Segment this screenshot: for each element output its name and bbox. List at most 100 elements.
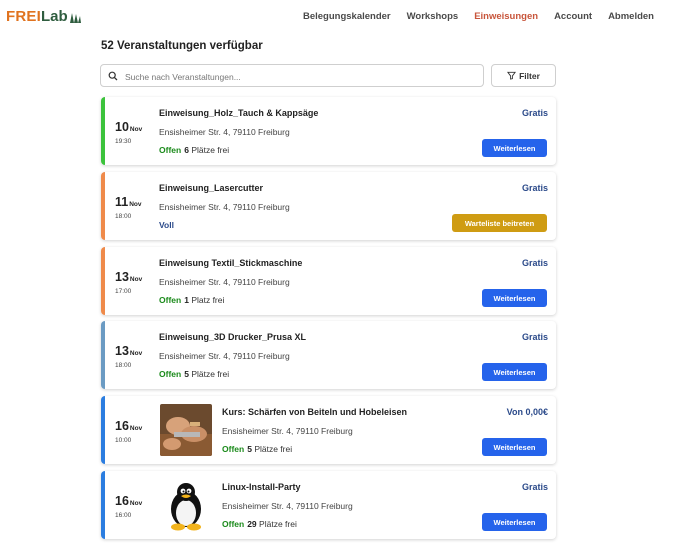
nav-workshops[interactable]: Workshops	[407, 11, 459, 22]
event-address: Ensisheimer Str. 4, 79110 Freiburg	[159, 277, 290, 287]
event-places-count: 6	[184, 145, 189, 155]
event-accent-bar	[101, 172, 105, 240]
join-waitlist-button[interactable]: Warteliste beitreten	[452, 214, 547, 232]
event-card[interactable]: 13Nov 17:00 Einweisung Textil_Stickmasch…	[101, 247, 556, 315]
woodworking-photo[interactable]	[160, 404, 212, 456]
event-status: Offen 5 Plätze frei	[159, 369, 229, 379]
event-time: 17:00	[115, 288, 132, 295]
event-title[interactable]: Linux-Install-Party	[222, 482, 301, 492]
event-day: 16	[115, 419, 129, 433]
main-menu: Belegungskalender Workshops Einweisungen…	[287, 11, 654, 22]
top-navbar: FREI Lab Belegungskalender Workshops Ein…	[0, 0, 682, 34]
event-card[interactable]: 11Nov 18:00 Einweisung_Lasercutter Ensis…	[101, 172, 556, 240]
event-status: Voll	[159, 220, 174, 230]
event-date: 16Nov 10:00	[115, 417, 151, 444]
event-title[interactable]: Einweisung_Holz_Tauch & Kappsäge	[159, 108, 318, 118]
event-places-unit: Platz frei	[191, 295, 225, 305]
logo-leaf-icon	[69, 13, 81, 23]
event-address: Ensisheimer Str. 4, 79110 Freiburg	[222, 426, 353, 436]
event-status-label: Offen	[159, 369, 182, 379]
event-status-label: Offen	[222, 444, 245, 454]
event-accent-bar	[101, 396, 105, 464]
event-places-unit: Plätze frei	[254, 444, 293, 454]
tux-penguin-image[interactable]	[160, 479, 212, 531]
event-time: 19:30	[115, 138, 132, 145]
event-month: Nov	[129, 425, 143, 432]
event-address: Ensisheimer Str. 4, 79110 Freiburg	[159, 202, 290, 212]
event-title[interactable]: Einweisung Textil_Stickmaschine	[159, 258, 302, 268]
event-status: Offen 1 Platz frei	[159, 295, 224, 305]
event-month: Nov	[129, 276, 143, 283]
event-date: 10Nov 19:30	[115, 118, 151, 145]
event-card[interactable]: 16Nov 16:00 Linux-Install-Party Ensishei…	[101, 471, 556, 539]
event-price: Von 0,00€	[506, 407, 548, 417]
nav-belegungskalender[interactable]: Belegungskalender	[303, 11, 391, 22]
event-accent-bar	[101, 471, 105, 539]
event-card[interactable]: 10Nov 19:30 Einweisung_Holz_Tauch & Kapp…	[101, 97, 556, 165]
event-date: 11Nov 18:00	[115, 193, 151, 220]
event-time: 16:00	[115, 512, 132, 519]
search-box	[100, 64, 484, 87]
event-month: Nov	[129, 500, 143, 507]
read-more-button[interactable]: Weiterlesen	[482, 513, 547, 531]
filter-button[interactable]: Filter	[491, 64, 556, 87]
event-time: 10:00	[115, 437, 132, 444]
nav-einweisungen[interactable]: Einweisungen	[474, 11, 538, 22]
event-month: Nov	[129, 126, 143, 133]
event-status: Offen 29 Plätze frei	[222, 519, 297, 529]
event-day: 11	[115, 195, 129, 209]
event-places-count: 5	[247, 444, 252, 454]
filter-icon	[507, 71, 517, 80]
event-price: Gratis	[521, 332, 548, 342]
event-day: 10	[115, 120, 129, 134]
event-status: Offen 6 Plätze frei	[159, 145, 229, 155]
event-status: Offen 5 Plätze frei	[222, 444, 292, 454]
event-places-unit: Plätze frei	[191, 369, 230, 379]
event-places-count: 5	[184, 369, 189, 379]
read-more-button[interactable]: Weiterlesen	[482, 139, 547, 157]
freilab-logo[interactable]: FREI Lab	[6, 7, 81, 27]
logo-frei-text: FREI	[6, 8, 41, 25]
event-title[interactable]: Kurs: Schärfen von Beiteln und Hobeleise…	[222, 407, 407, 417]
event-count-heading: 52 Veranstaltungen verfügbar	[101, 40, 263, 52]
event-month: Nov	[129, 201, 142, 208]
search-icon	[108, 71, 118, 81]
event-card[interactable]: 16Nov 10:00 Kurs: Schärfen von Beiteln u…	[101, 396, 556, 464]
event-time: 18:00	[115, 362, 132, 369]
event-status-label: Offen	[159, 295, 182, 305]
event-price: Gratis	[521, 258, 548, 268]
event-price: Gratis	[521, 108, 548, 118]
read-more-button[interactable]: Weiterlesen	[482, 438, 547, 456]
event-day: 13	[115, 270, 129, 284]
event-status-label: Offen	[222, 519, 245, 529]
event-title[interactable]: Einweisung_Lasercutter	[159, 183, 263, 193]
event-places-count: 1	[184, 295, 189, 305]
event-accent-bar	[101, 97, 105, 165]
event-time: 18:00	[115, 213, 132, 220]
read-more-button[interactable]: Weiterlesen	[482, 363, 547, 381]
filter-label: Filter	[519, 70, 540, 81]
nav-account[interactable]: Account	[554, 11, 592, 22]
event-address: Ensisheimer Str. 4, 79110 Freiburg	[159, 351, 290, 361]
event-accent-bar	[101, 321, 105, 389]
read-more-button[interactable]: Weiterlesen	[482, 289, 547, 307]
event-date: 16Nov 16:00	[115, 492, 151, 519]
logo-lab-text: Lab	[40, 8, 68, 25]
event-date: 13Nov 18:00	[115, 342, 151, 369]
search-input[interactable]	[123, 67, 477, 86]
event-places-count: 29	[247, 519, 257, 529]
event-card[interactable]: 13Nov 18:00 Einweisung_3D Drucker_Prusa …	[101, 321, 556, 389]
event-places-unit: Plätze frei	[191, 145, 230, 155]
nav-abmelden[interactable]: Abmelden	[608, 11, 654, 22]
event-address: Ensisheimer Str. 4, 79110 Freiburg	[159, 127, 290, 137]
event-price: Gratis	[521, 482, 548, 492]
event-places-unit: Plätze frei	[259, 519, 297, 529]
event-day: 16	[115, 494, 129, 508]
event-day: 13	[115, 344, 129, 358]
event-status-label: Offen	[159, 145, 182, 155]
event-title[interactable]: Einweisung_3D Drucker_Prusa XL	[159, 332, 306, 342]
event-address: Ensisheimer Str. 4, 79110 Freiburg	[222, 501, 353, 511]
event-accent-bar	[101, 247, 105, 315]
event-price: Gratis	[521, 183, 548, 193]
event-status-label: Voll	[159, 220, 174, 230]
